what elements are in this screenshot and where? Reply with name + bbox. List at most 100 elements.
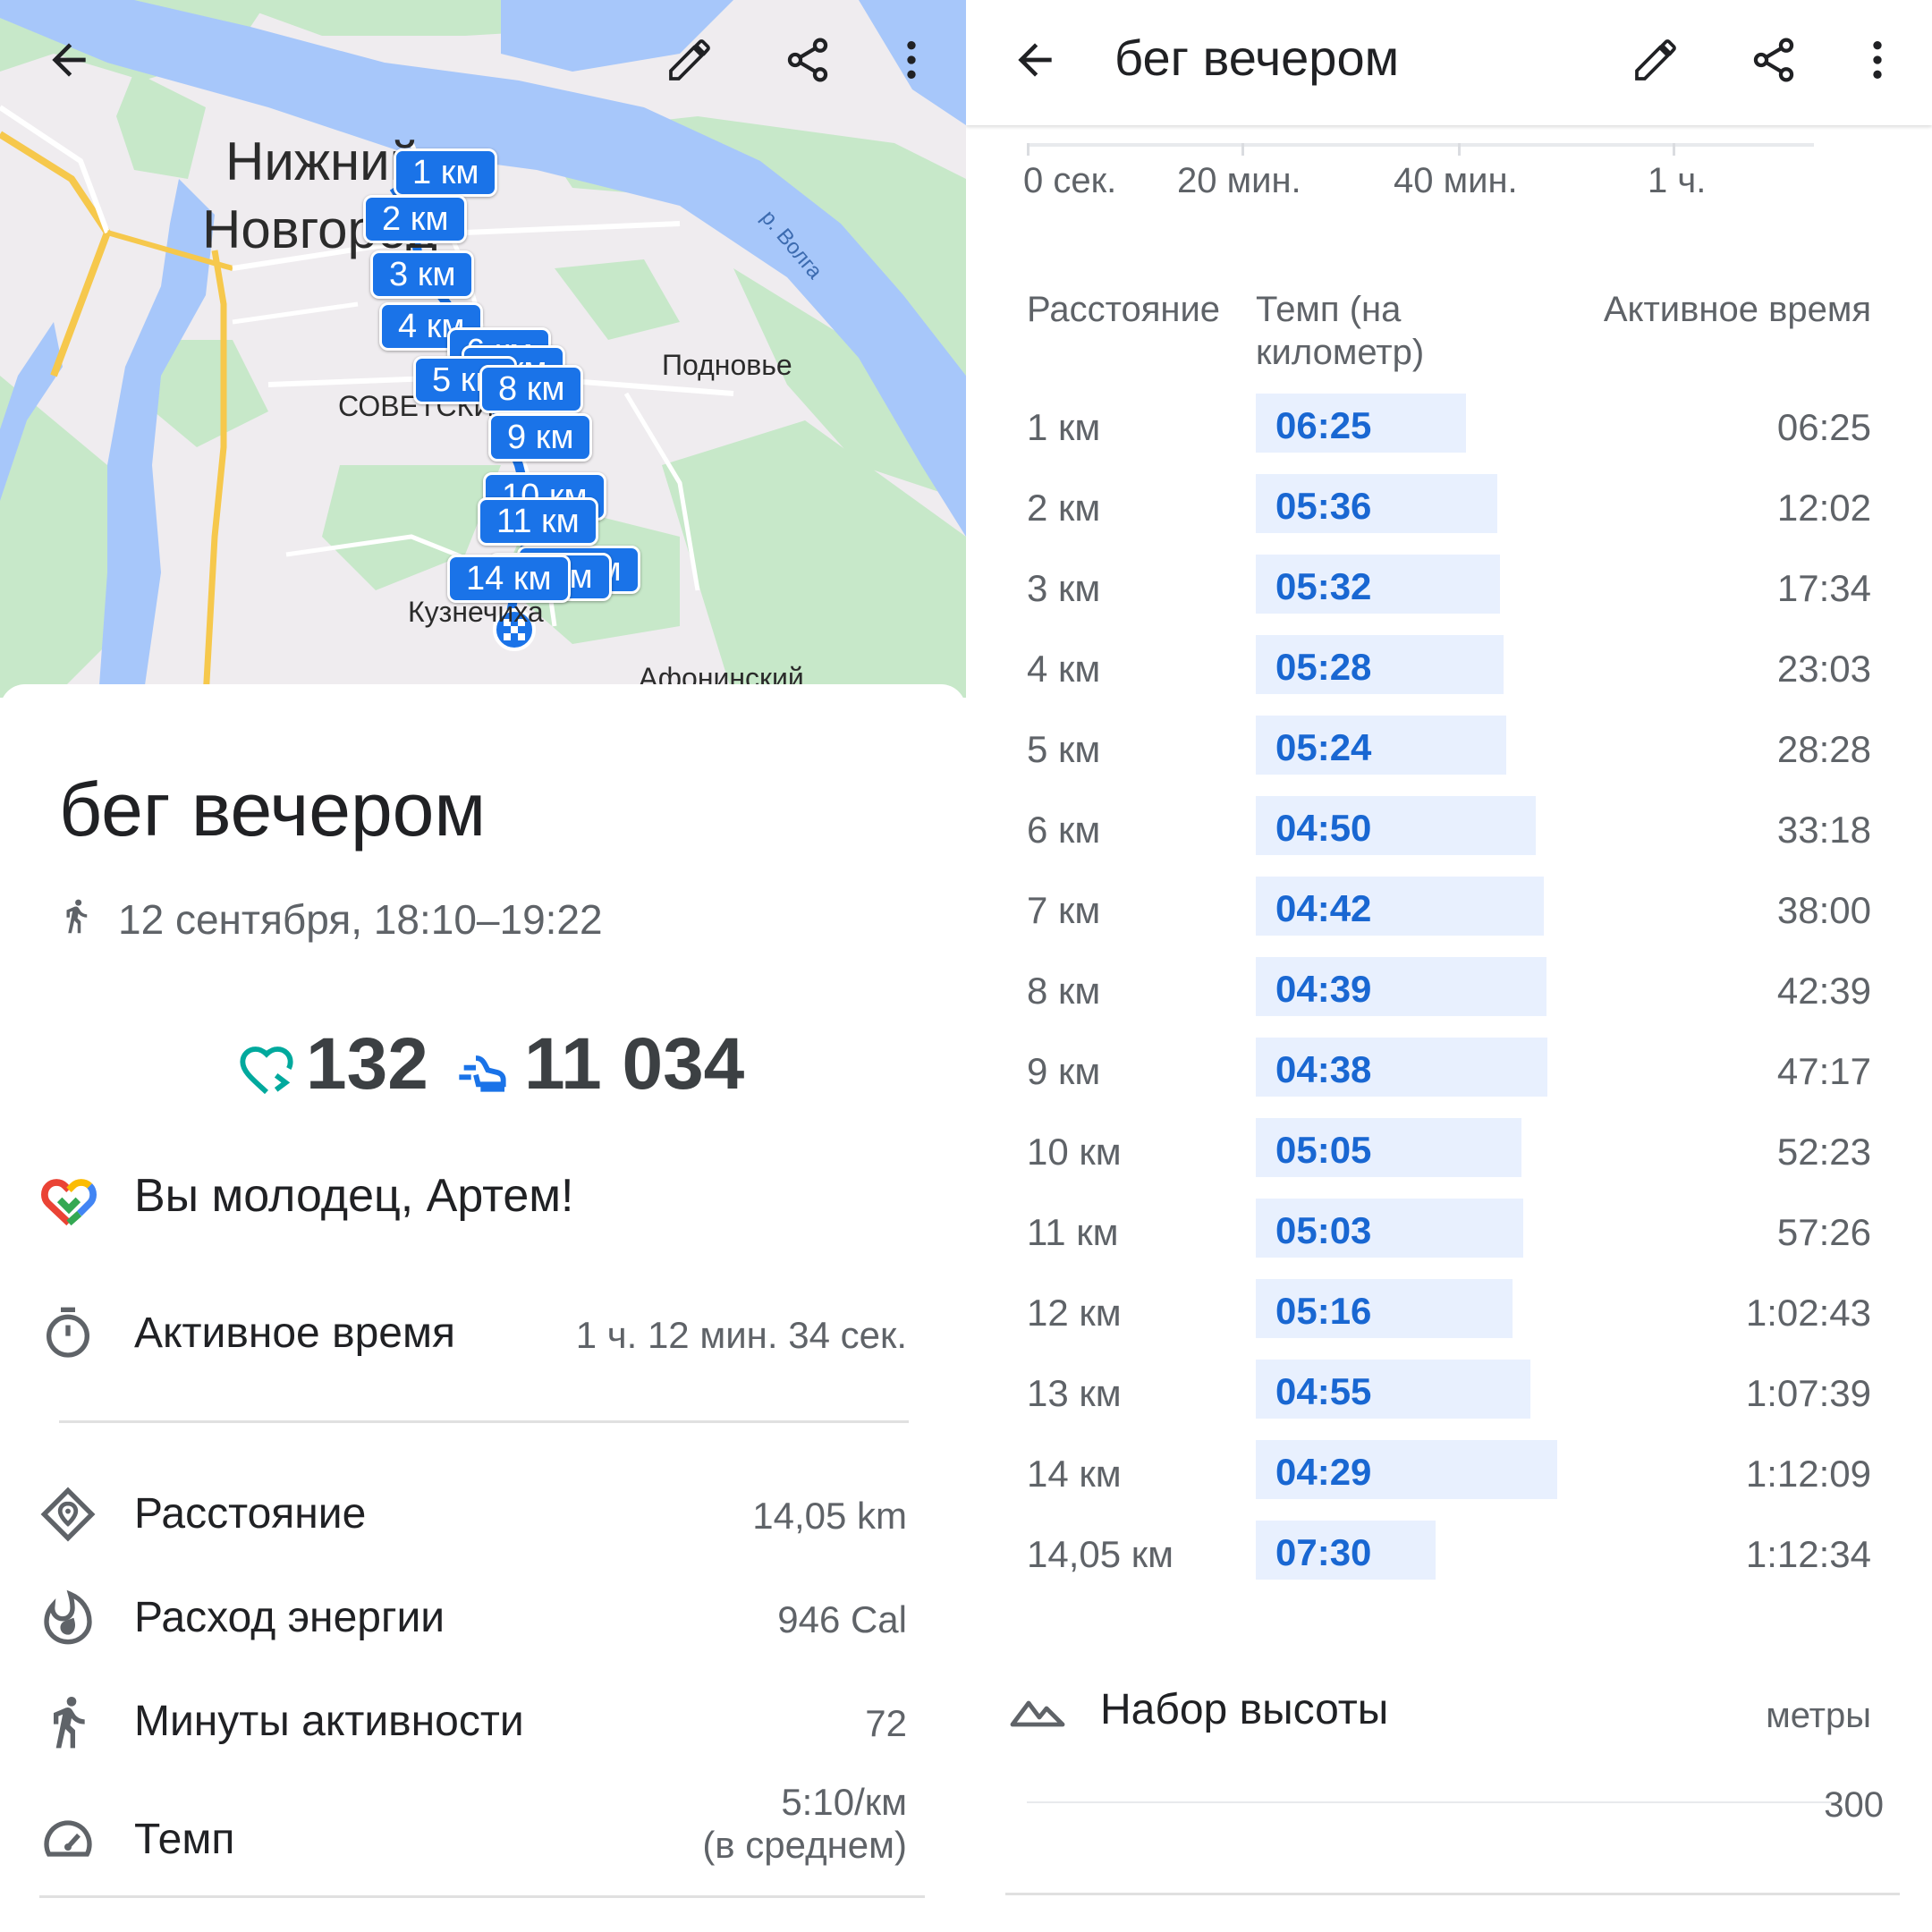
edit-button[interactable] (649, 20, 730, 100)
heart-points-value: 132 (306, 1023, 428, 1105)
split-distance: 6 км (1027, 809, 1101, 851)
elevation-label: Набор высоты (1100, 1686, 1389, 1733)
flame-icon (44, 1589, 92, 1645)
split-distance: 10 км (1027, 1131, 1122, 1173)
split-pace: 05:16 (1275, 1290, 1372, 1332)
pace-label: Темп (134, 1816, 235, 1863)
share-button[interactable] (1733, 20, 1814, 100)
split-distance: 14 км (1027, 1453, 1122, 1495)
split-pace: 04:29 (1275, 1451, 1372, 1493)
km-marker[interactable]: 14 км (447, 555, 571, 603)
time-axis-label: 1 ч. (1648, 161, 1707, 200)
split-pace: 04:42 (1275, 887, 1372, 929)
more-options-button[interactable] (1837, 20, 1918, 100)
splits-panel: бег вечером 0 сек. 20 мин. 40 мин. 1 ч. … (966, 0, 1932, 1932)
km-marker[interactable]: 3 км (370, 250, 475, 299)
split-row: 10 км 05:05 52:23 (966, 1118, 1932, 1181)
distance-row: Расстояние 14,05 km (39, 1473, 907, 1554)
mountain-icon (1010, 1700, 1065, 1727)
split-pace: 05:36 (1275, 485, 1372, 527)
split-distance: 11 км (1027, 1211, 1119, 1253)
split-pace: 05:24 (1275, 726, 1372, 768)
column-header-pace-line1: Темп (на (1256, 290, 1402, 329)
more-vert-icon (1873, 41, 1882, 79)
split-pace: 05:28 (1275, 646, 1372, 688)
split-distance: 2 км (1027, 487, 1101, 529)
split-active-time: 1:12:09 (1745, 1453, 1871, 1495)
more-options-button[interactable] (871, 20, 952, 100)
km-marker[interactable]: 11 км (478, 497, 598, 546)
share-button[interactable] (767, 20, 848, 100)
column-header-active-time: Активное время (1603, 290, 1871, 329)
elevation-gridline (1027, 1801, 1832, 1803)
split-row: 13 км 04:55 1:07:39 (966, 1360, 1932, 1422)
split-pace: 04:38 (1275, 1048, 1372, 1090)
split-distance: 7 км (1027, 889, 1101, 931)
split-pace: 05:03 (1275, 1209, 1372, 1251)
divider (1005, 1893, 1900, 1895)
split-active-time: 1:02:43 (1745, 1292, 1871, 1334)
activity-summary-panel: Нижний Новгород р. Волга Подновье СОВЕТС… (0, 0, 966, 1932)
column-header-distance: Расстояние (1027, 290, 1221, 329)
column-header-pace-line2: километр) (1256, 333, 1425, 372)
km-marker[interactable]: 1 км (394, 148, 498, 197)
active-time-value: 1 ч. 12 мин. 34 сек. (575, 1314, 907, 1356)
back-arrow-icon (52, 43, 86, 77)
time-axis-label: 0 сек. (1023, 161, 1117, 200)
split-pace: 05:05 (1275, 1129, 1372, 1171)
map-city-label-line1: Нижний (225, 131, 420, 191)
split-distance: 3 км (1027, 567, 1101, 609)
split-row: 11 км 05:03 57:26 (966, 1199, 1932, 1261)
energy-value: 946 Cal (777, 1598, 907, 1640)
back-button[interactable] (995, 20, 1075, 100)
edit-button[interactable] (1615, 20, 1696, 100)
elevation-unit: метры (1766, 1696, 1871, 1735)
energy-label: Расход энергии (134, 1594, 445, 1641)
split-active-time: 1:12:34 (1745, 1533, 1871, 1575)
split-active-time: 12:02 (1776, 487, 1871, 529)
edit-pencil-icon (1635, 39, 1676, 80)
km-marker[interactable]: 9 км (488, 413, 593, 462)
split-active-time: 1:07:39 (1745, 1372, 1871, 1414)
split-active-time: 38:00 (1776, 889, 1871, 931)
edit-pencil-icon (669, 39, 710, 80)
back-arrow-icon (1018, 43, 1052, 77)
back-button[interactable] (29, 20, 109, 100)
split-row: 8 км 04:39 42:39 (966, 957, 1932, 1020)
route-map[interactable]: Нижний Новгород р. Волга Подновье СОВЕТС… (0, 0, 966, 698)
split-pace: 04:55 (1275, 1370, 1372, 1412)
split-pace: 04:50 (1275, 807, 1372, 849)
split-row: 2 км 05:36 12:02 (966, 474, 1932, 537)
split-row: 5 км 05:24 28:28 (966, 716, 1932, 778)
energy-row: Расход энергии 946 Cal (39, 1577, 907, 1657)
time-axis-tick (1458, 143, 1461, 156)
split-row: 7 км 04:42 38:00 (966, 877, 1932, 939)
pace-row: Темп 5:10/км (в среднем) (39, 1781, 907, 1906)
pace-value-line1: 5:10/км (781, 1781, 907, 1823)
move-minutes-value: 72 (865, 1702, 907, 1744)
split-active-time: 52:23 (1776, 1131, 1871, 1173)
km-marker[interactable]: 8 км (479, 365, 584, 413)
km-marker[interactable]: 2 км (363, 195, 468, 243)
split-distance: 4 км (1027, 648, 1101, 690)
split-distance: 12 км (1027, 1292, 1122, 1334)
app-bar: бег вечером (966, 0, 1932, 125)
activity-title: бег вечером (59, 767, 487, 852)
split-pace: 05:32 (1275, 565, 1372, 607)
google-fit-heart-icon (41, 1179, 97, 1226)
split-row: 12 км 05:16 1:02:43 (966, 1279, 1932, 1342)
split-row: 9 км 04:38 47:17 (966, 1038, 1932, 1100)
location-diamond-icon (40, 1487, 96, 1542)
split-active-time: 33:18 (1776, 809, 1871, 851)
split-active-time: 57:26 (1776, 1211, 1871, 1253)
split-pace: 04:39 (1275, 968, 1372, 1010)
timer-icon (47, 1307, 89, 1358)
pace-value-line2: (в среднем) (702, 1824, 907, 1866)
split-distance: 5 км (1027, 728, 1101, 770)
split-active-time: 47:17 (1776, 1050, 1871, 1092)
walking-person-icon (54, 1697, 85, 1749)
time-axis-label: 40 мин. (1394, 161, 1518, 200)
time-axis-tick (1027, 143, 1030, 156)
split-distance: 8 км (1027, 970, 1101, 1012)
move-minutes-row: Минуты активности 72 (39, 1681, 907, 1761)
